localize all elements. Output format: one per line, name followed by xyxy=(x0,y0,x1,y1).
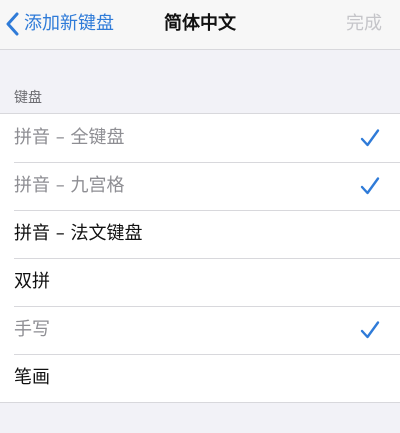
keyboard-row-label: 手写 xyxy=(14,319,50,340)
keyboard-row-label: 拼音 – 法文键盘 xyxy=(14,223,143,244)
keyboard-row-label: 双拼 xyxy=(14,271,50,292)
keyboard-row-stroke[interactable]: 笔画 xyxy=(0,354,400,402)
section-header-keyboards: 键盘 xyxy=(14,90,42,106)
keyboard-row-label: 拼音 – 全键盘 xyxy=(14,127,125,148)
keyboard-row-pinyin-9key[interactable]: 拼音 – 九宫格 xyxy=(0,162,400,210)
keyboard-row-label: 拼音 – 九宫格 xyxy=(14,175,125,196)
checkmark-icon xyxy=(360,129,380,147)
checkmark-icon xyxy=(360,177,380,195)
keyboard-row-pinyin-full[interactable]: 拼音 – 全键盘 xyxy=(0,114,400,162)
keyboard-row-handwriting[interactable]: 手写 xyxy=(0,306,400,354)
checkmark-icon xyxy=(360,321,380,339)
navigation-bar: 添加新键盘 简体中文 完成 xyxy=(0,0,400,50)
keyboard-list: 拼音 – 全键盘 拼音 – 九宫格 拼音 – 法文键盘 双拼 手写 笔画 xyxy=(0,113,400,403)
keyboard-row-pinyin-french[interactable]: 拼音 – 法文键盘 xyxy=(0,210,400,258)
keyboard-row-shuangpin[interactable]: 双拼 xyxy=(0,258,400,306)
keyboard-row-label: 笔画 xyxy=(14,367,50,388)
done-button[interactable]: 完成 xyxy=(346,10,382,38)
page-title: 简体中文 xyxy=(164,13,236,34)
